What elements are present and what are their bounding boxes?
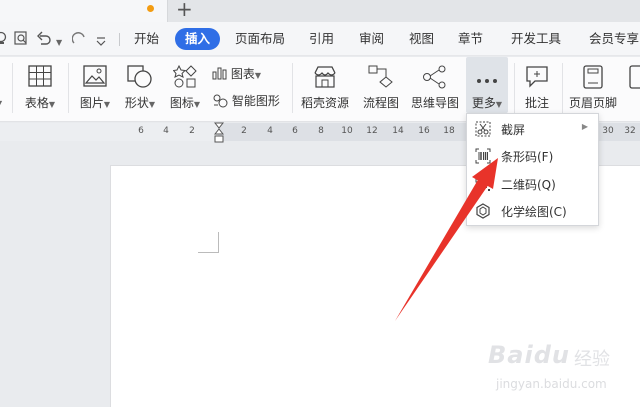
picture-icon — [83, 65, 107, 91]
picture-label: 图片 — [79, 96, 104, 110]
ruler-tick: 16 — [418, 126, 430, 136]
menu-item-label: 化学绘图(C) — [501, 205, 567, 219]
ruler-tick: 18 — [443, 126, 455, 136]
ruler-tick: 4 — [267, 126, 273, 136]
customize-toolbar-icon[interactable] — [96, 34, 106, 50]
smart-graphic-icon — [212, 93, 228, 111]
menu-references[interactable]: 引用 — [309, 31, 334, 47]
more-dropdown-menu: 截屏 ▶ 条形码(F) 二维码(Q) 化学绘图(C) — [466, 113, 599, 226]
ruler-tick: 14 — [392, 126, 404, 136]
ruler-tick: 6 — [292, 126, 298, 136]
cut-off-caret: ▼ — [0, 95, 2, 109]
ruler-tick: 2 — [241, 126, 247, 136]
mindmap-icon — [422, 65, 448, 93]
smart-graphic-label: 智能图形 — [231, 94, 280, 108]
ruler-tick: 10 — [341, 126, 353, 136]
submenu-arrow-icon: ▶ — [581, 122, 588, 131]
mindmap-button[interactable]: 思维导图 — [408, 57, 462, 122]
icon-button[interactable]: 图标▼ — [164, 57, 206, 122]
watermark-url: jingyan.baidu.com — [496, 377, 607, 391]
ruler-tick: 30 — [602, 126, 614, 136]
menu-view[interactable]: 视图 — [409, 31, 434, 47]
header-footer-label: 页眉页脚 — [568, 96, 617, 110]
header-footer-icon — [583, 65, 603, 93]
ribbon-separator — [292, 63, 293, 113]
menu-member[interactable]: 会员专享 — [589, 31, 639, 47]
page-icon — [629, 65, 640, 93]
docer-resource-button[interactable]: 稻壳资源 — [298, 57, 352, 122]
menu-developer-tools[interactable]: 开发工具 — [511, 31, 561, 47]
more-label: 更多 — [471, 96, 496, 110]
table-icon — [28, 65, 52, 91]
page-number-button-partial[interactable] — [626, 57, 640, 122]
menu-insert[interactable]: 插入 — [175, 28, 221, 50]
menu-chapter[interactable]: 章节 — [458, 31, 483, 47]
document-tab[interactable] — [0, 0, 168, 22]
more-button[interactable]: 更多▼ — [466, 57, 508, 113]
table-button[interactable]: 表格▼ — [20, 57, 60, 122]
mindmap-label: 思维导图 — [410, 96, 459, 110]
flowchart-button[interactable]: 流程图 — [360, 57, 402, 122]
ruler-tick: 4 — [163, 126, 169, 136]
menu-item-barcode[interactable]: 条形码(F) — [467, 143, 598, 169]
hexagon-molecule-icon — [476, 203, 490, 219]
menu-home[interactable]: 开始 — [134, 31, 159, 47]
indent-marker-icon[interactable] — [214, 122, 224, 144]
qrcode-icon — [475, 176, 491, 192]
margin-corner-mark — [198, 232, 219, 253]
undo-dropdown-icon[interactable]: ▼ — [56, 35, 62, 51]
menu-item-screenshot[interactable]: 截屏 ▶ — [467, 116, 598, 142]
zoom-preview-icon[interactable] — [14, 31, 29, 49]
menu-bar: ▼ 开始 插入 页面布局 引用 审阅 视图 章节 开发工具 会员专享 — [0, 22, 640, 56]
watermark-word: 经验 — [574, 349, 610, 370]
barcode-icon — [475, 148, 491, 164]
comment-label: 批注 — [524, 96, 549, 110]
ruler-tick: 2 — [189, 126, 195, 136]
picture-button[interactable]: 图片▼ — [74, 57, 116, 122]
print-preview-icon[interactable] — [0, 31, 8, 48]
table-label: 表格 — [24, 96, 49, 110]
menu-item-label: 条形码(F) — [501, 150, 554, 164]
new-tab-button[interactable]: + — [176, 0, 193, 21]
icon-label: 图标 — [169, 96, 194, 110]
ribbon-separator — [562, 63, 563, 113]
comment-icon — [525, 65, 549, 93]
flowchart-label: 流程图 — [362, 96, 399, 110]
smart-graphic-button[interactable]: 智能图形 — [212, 92, 280, 111]
chart-icon — [212, 66, 227, 83]
store-icon — [312, 65, 338, 93]
shape-button[interactable]: 形状▼ — [118, 57, 162, 122]
menu-item-chemistry-drawing[interactable]: 化学绘图(C) — [467, 198, 598, 224]
icons-library-icon — [172, 64, 197, 93]
chart-label: 图表 — [230, 67, 255, 81]
watermark: Baidu 经验 jingyan.baidu.com — [488, 335, 638, 405]
chart-button[interactable]: 图表▼ — [212, 65, 261, 83]
undo-icon[interactable] — [36, 31, 52, 48]
ruler-tick: 32 — [624, 126, 636, 136]
ribbon-separator — [68, 63, 69, 113]
menu-page-layout[interactable]: 页面布局 — [235, 31, 285, 47]
scissors-icon — [475, 121, 491, 137]
menu-separator — [119, 33, 120, 46]
more-dots-icon — [476, 69, 498, 88]
unsaved-indicator — [147, 5, 154, 12]
title-bar: + — [0, 0, 640, 22]
ribbon-separator — [12, 63, 13, 113]
menu-item-label: 二维码(Q) — [501, 178, 556, 192]
docer-resource-label: 稻壳资源 — [300, 96, 349, 110]
shape-label: 形状 — [124, 96, 149, 110]
shape-icon — [127, 65, 153, 93]
redo-icon[interactable] — [71, 31, 86, 48]
menu-review[interactable]: 审阅 — [359, 31, 384, 47]
ruler-tick: 12 — [366, 126, 378, 136]
watermark-brand: Baidu — [488, 341, 570, 369]
flowchart-icon — [368, 65, 394, 93]
menu-item-label: 截屏 — [501, 123, 526, 137]
menu-item-qrcode[interactable]: 二维码(Q) — [467, 171, 598, 197]
ruler-tick: 6 — [138, 126, 144, 136]
ribbon-separator — [514, 63, 515, 113]
ruler-tick: 8 — [318, 126, 324, 136]
